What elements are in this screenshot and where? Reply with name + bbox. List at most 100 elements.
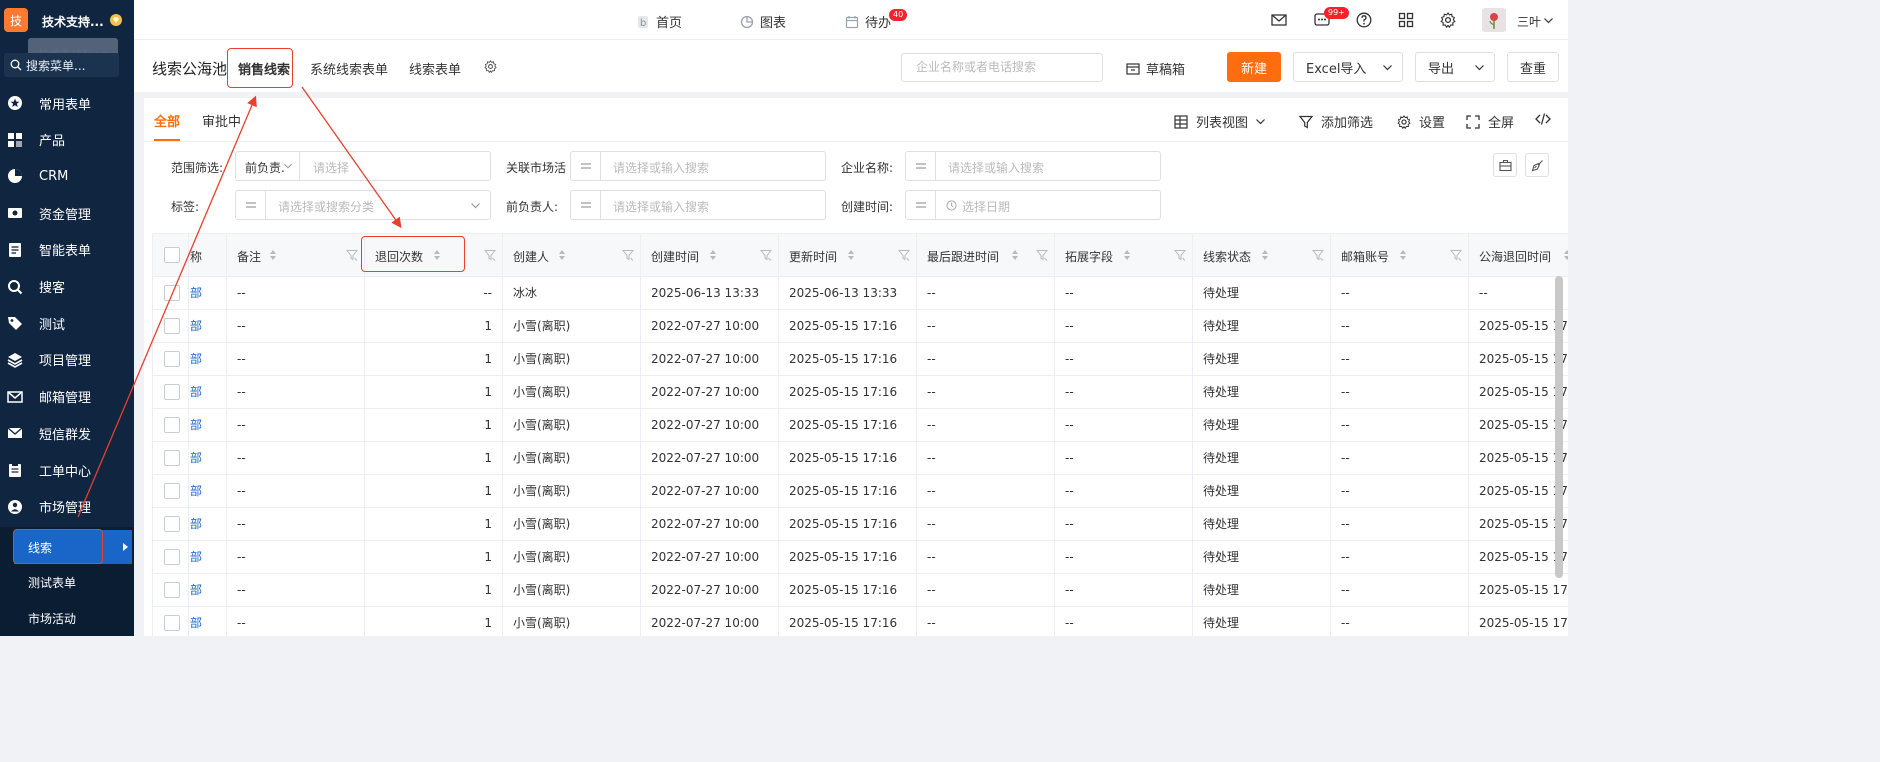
row-checkbox[interactable] — [164, 450, 180, 466]
lead-name-link[interactable]: 部 — [189, 409, 227, 442]
column-filter-icon[interactable] — [1174, 249, 1186, 261]
lead-name-link[interactable]: 部 — [189, 475, 227, 508]
created-date-filter[interactable]: 选择日期 — [905, 190, 1161, 220]
sort-icon[interactable] — [847, 249, 855, 261]
sidebar-item-2[interactable]: CRM — [0, 159, 134, 193]
tab-system-lead-form[interactable]: 系统线索表单 — [310, 59, 388, 78]
new-button[interactable]: 新建 — [1227, 52, 1281, 82]
table-row[interactable]: 部 -- 1 小雪(离职) 2022-07-27 10:00 2025-05-15 17:… — [153, 508, 1568, 541]
tab-settings-icon[interactable] — [484, 60, 497, 73]
sidebar-item-7[interactable]: 项目管理 — [0, 343, 134, 377]
sidebar-item-6[interactable]: 测试 — [0, 306, 134, 340]
sort-icon[interactable] — [1563, 249, 1568, 261]
team-logo[interactable]: 技 — [4, 8, 28, 32]
column-filter-icon[interactable] — [346, 249, 358, 261]
header-note[interactable]: 备注 — [227, 234, 365, 278]
excel-import-button[interactable]: Excel导入 — [1293, 52, 1403, 82]
sidebar-item-11[interactable]: 市场管理 — [0, 490, 134, 524]
top-nav-todo[interactable]: 待办 — [845, 12, 891, 31]
row-checkbox[interactable] — [164, 483, 180, 499]
company-phone-search-input[interactable]: 企业名称或者电话搜索 — [901, 53, 1103, 82]
view-tab-approving[interactable]: 审批中 — [202, 111, 241, 130]
top-nav-charts[interactable]: 图表 — [740, 12, 786, 31]
row-checkbox[interactable] — [164, 384, 180, 400]
select-all-checkbox[interactable] — [164, 247, 180, 263]
sort-icon[interactable] — [1399, 249, 1407, 261]
table-row[interactable]: 部 -- 1 小雪(离职) 2022-07-27 10:00 2025-05-15 17:… — [153, 607, 1568, 636]
gear-icon[interactable] — [1440, 12, 1456, 28]
column-filter-icon[interactable] — [484, 249, 496, 261]
top-nav-home[interactable]: b 首页 — [636, 12, 682, 31]
lead-name-link[interactable]: 部 — [189, 277, 227, 310]
sort-icon[interactable] — [1261, 249, 1269, 261]
sidebar-item-0[interactable]: 常用表单 — [0, 86, 134, 120]
add-filter-button[interactable]: 添加筛选 — [1299, 112, 1373, 131]
column-filter-icon[interactable] — [898, 249, 910, 261]
table-row[interactable]: 部 -- 1 小雪(离职) 2022-07-27 10:00 2025-05-15 17:… — [153, 343, 1568, 376]
save-filter-button[interactable] — [1493, 153, 1517, 177]
row-checkbox[interactable] — [164, 351, 180, 367]
sidebar-item-10[interactable]: 工单中心 — [0, 453, 134, 487]
apps-grid-icon[interactable] — [1398, 12, 1414, 28]
column-filter-icon[interactable] — [1450, 249, 1462, 261]
clear-filter-button[interactable] — [1525, 153, 1549, 177]
export-button[interactable]: 导出 — [1415, 52, 1495, 82]
row-checkbox[interactable] — [164, 417, 180, 433]
table-row[interactable]: 部 -- 1 小雪(离职) 2022-07-27 10:00 2025-05-15 17:… — [153, 475, 1568, 508]
header-updated[interactable]: 更新时间 — [779, 234, 917, 278]
tag-filter[interactable]: 请选择或搜索分类 — [235, 190, 491, 220]
chevron-down-icon[interactable] — [1544, 18, 1553, 24]
draft-box-button[interactable]: 草稿箱 — [1126, 59, 1185, 78]
row-checkbox[interactable] — [164, 285, 180, 301]
equals-operator[interactable] — [236, 191, 266, 219]
table-row[interactable]: 部 -- 1 小雪(离职) 2022-07-27 10:00 2025-05-15 17:… — [153, 541, 1568, 574]
lead-name-link[interactable]: 部 — [189, 607, 227, 636]
lead-name-link[interactable]: 部 — [189, 310, 227, 343]
equals-operator[interactable] — [571, 191, 601, 219]
sidebar-item-1[interactable]: 产品 — [0, 123, 134, 157]
sidebar-item-3[interactable]: 资金管理 — [0, 196, 134, 230]
table-row[interactable]: 部 -- 1 小雪(离职) 2022-07-27 10:00 2025-05-15 17:… — [153, 310, 1568, 343]
prev-owner-filter[interactable]: 请选择或输入搜索 — [570, 190, 826, 220]
sort-icon[interactable] — [269, 249, 277, 261]
header-email[interactable]: 邮箱账号 — [1331, 234, 1469, 278]
table-row[interactable]: 部 -- 1 小雪(离职) 2022-07-27 10:00 2025-05-15 17:… — [153, 376, 1568, 409]
row-checkbox[interactable] — [164, 318, 180, 334]
header-last[interactable]: 最后跟进时间 — [917, 234, 1055, 278]
row-checkbox[interactable] — [164, 582, 180, 598]
equals-operator[interactable] — [906, 191, 936, 219]
settings-button[interactable]: 设置 — [1397, 112, 1445, 131]
sidebar-item-9[interactable]: 短信群发 — [0, 416, 134, 450]
row-checkbox[interactable] — [164, 516, 180, 532]
table-row[interactable]: 部 -- 1 小雪(离职) 2022-07-27 10:00 2025-05-15 17:… — [153, 574, 1568, 607]
header-created[interactable]: 创建时间 — [641, 234, 779, 278]
market-filter[interactable]: 请选择或输入搜索 — [570, 151, 826, 181]
header-creator[interactable]: 创建人 — [503, 234, 641, 278]
sidebar-subitem-market-activity[interactable]: 市场活动 — [14, 601, 132, 635]
row-checkbox[interactable] — [164, 549, 180, 565]
dedupe-button[interactable]: 查重 — [1507, 52, 1559, 82]
scope-select[interactable]: 前负责. — [236, 152, 300, 180]
column-filter-icon[interactable] — [622, 249, 634, 261]
help-icon[interactable] — [1356, 12, 1372, 28]
table-row[interactable]: 部 -- 1 小雪(离职) 2022-07-27 10:00 2025-05-15 17:… — [153, 409, 1568, 442]
lead-name-link[interactable]: 部 — [189, 574, 227, 607]
code-icon[interactable] — [1535, 112, 1551, 126]
menu-search-input[interactable]: 搜索菜单... — [4, 53, 119, 77]
lead-name-link[interactable]: 部 — [189, 442, 227, 475]
user-name[interactable]: 三叶 — [1517, 13, 1541, 30]
list-view-toggle[interactable]: 列表视图 — [1174, 112, 1265, 131]
avatar[interactable] — [1482, 8, 1506, 32]
lead-name-link[interactable]: 部 — [189, 508, 227, 541]
table-row[interactable]: 部 -- -- 冰冰 2025-06-13 13:33 2025-06-13 13:33-… — [153, 277, 1568, 310]
table-scrollbar[interactable] — [1555, 276, 1563, 578]
equals-operator[interactable] — [571, 152, 601, 180]
row-checkbox[interactable] — [164, 615, 180, 631]
lead-name-link[interactable]: 部 — [189, 376, 227, 409]
mail-icon[interactable] — [1271, 12, 1287, 28]
scope-filter[interactable]: 前负责. 请选择 — [235, 151, 491, 181]
team-name[interactable]: 技术支持... — [42, 13, 104, 30]
header-status[interactable]: 线索状态 — [1193, 234, 1331, 278]
table-row[interactable]: 部 -- 1 小雪(离职) 2022-07-27 10:00 2025-05-15 17:… — [153, 442, 1568, 475]
sort-icon[interactable] — [558, 249, 566, 261]
